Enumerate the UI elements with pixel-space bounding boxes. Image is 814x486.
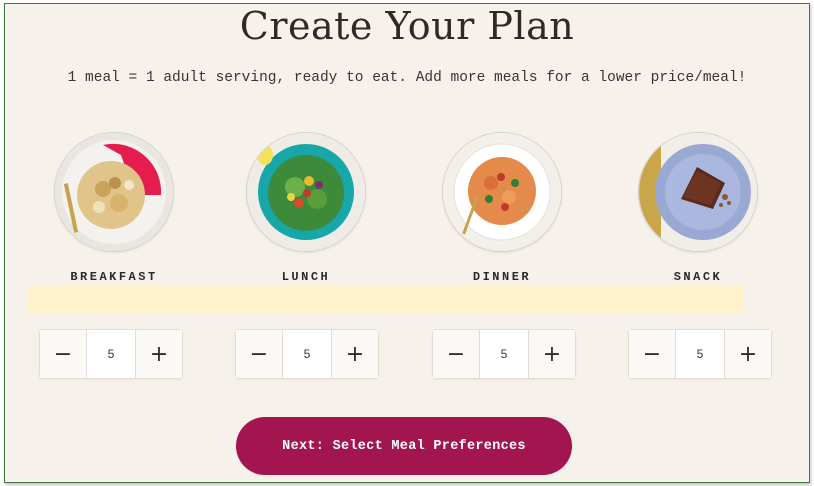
dinner-pasta-image: [442, 132, 562, 252]
meal-card-breakfast: BREAKFAST: [39, 132, 189, 284]
highlight-bar: [27, 286, 743, 314]
meal-card-lunch: LUNCH: [231, 132, 381, 284]
breakfast-bowl-image: [54, 132, 174, 252]
next-select-meal-preferences-button[interactable]: Next: Select Meal Preferences: [236, 417, 572, 475]
decrement-button-lunch[interactable]: −: [236, 330, 282, 378]
decrement-button-snack[interactable]: −: [629, 330, 675, 378]
quantity-value-breakfast[interactable]: 5: [86, 330, 136, 378]
increment-button-snack[interactable]: +: [725, 330, 771, 378]
meal-label-breakfast: BREAKFAST: [70, 270, 158, 284]
increment-button-dinner[interactable]: +: [529, 330, 575, 378]
lunch-salad-image: [246, 132, 366, 252]
decrement-button-dinner[interactable]: −: [433, 330, 479, 378]
quantity-stepper-lunch: − 5 +: [235, 329, 379, 379]
meal-card-snack: SNACK: [623, 132, 773, 284]
plan-page: Create Your Plan 1 meal = 1 adult servin…: [4, 3, 810, 483]
meal-card-dinner: DINNER: [427, 132, 577, 284]
decrement-button-breakfast[interactable]: −: [40, 330, 86, 378]
page-title: Create Your Plan: [239, 4, 575, 48]
quantity-value-snack[interactable]: 5: [675, 330, 725, 378]
meal-label-snack: SNACK: [673, 270, 723, 284]
meal-label-lunch: LUNCH: [281, 270, 331, 284]
quantity-stepper-dinner: − 5 +: [432, 329, 576, 379]
page-subtitle: 1 meal = 1 adult serving, ready to eat. …: [67, 70, 747, 86]
quantity-stepper-breakfast: − 5 +: [39, 329, 183, 379]
snack-brownie-image: [638, 132, 758, 252]
increment-button-breakfast[interactable]: +: [136, 330, 182, 378]
quantity-stepper-snack: − 5 +: [628, 329, 772, 379]
quantity-value-dinner[interactable]: 5: [479, 330, 529, 378]
increment-button-lunch[interactable]: +: [332, 330, 378, 378]
quantity-value-lunch[interactable]: 5: [282, 330, 332, 378]
meal-label-dinner: DINNER: [472, 270, 532, 284]
